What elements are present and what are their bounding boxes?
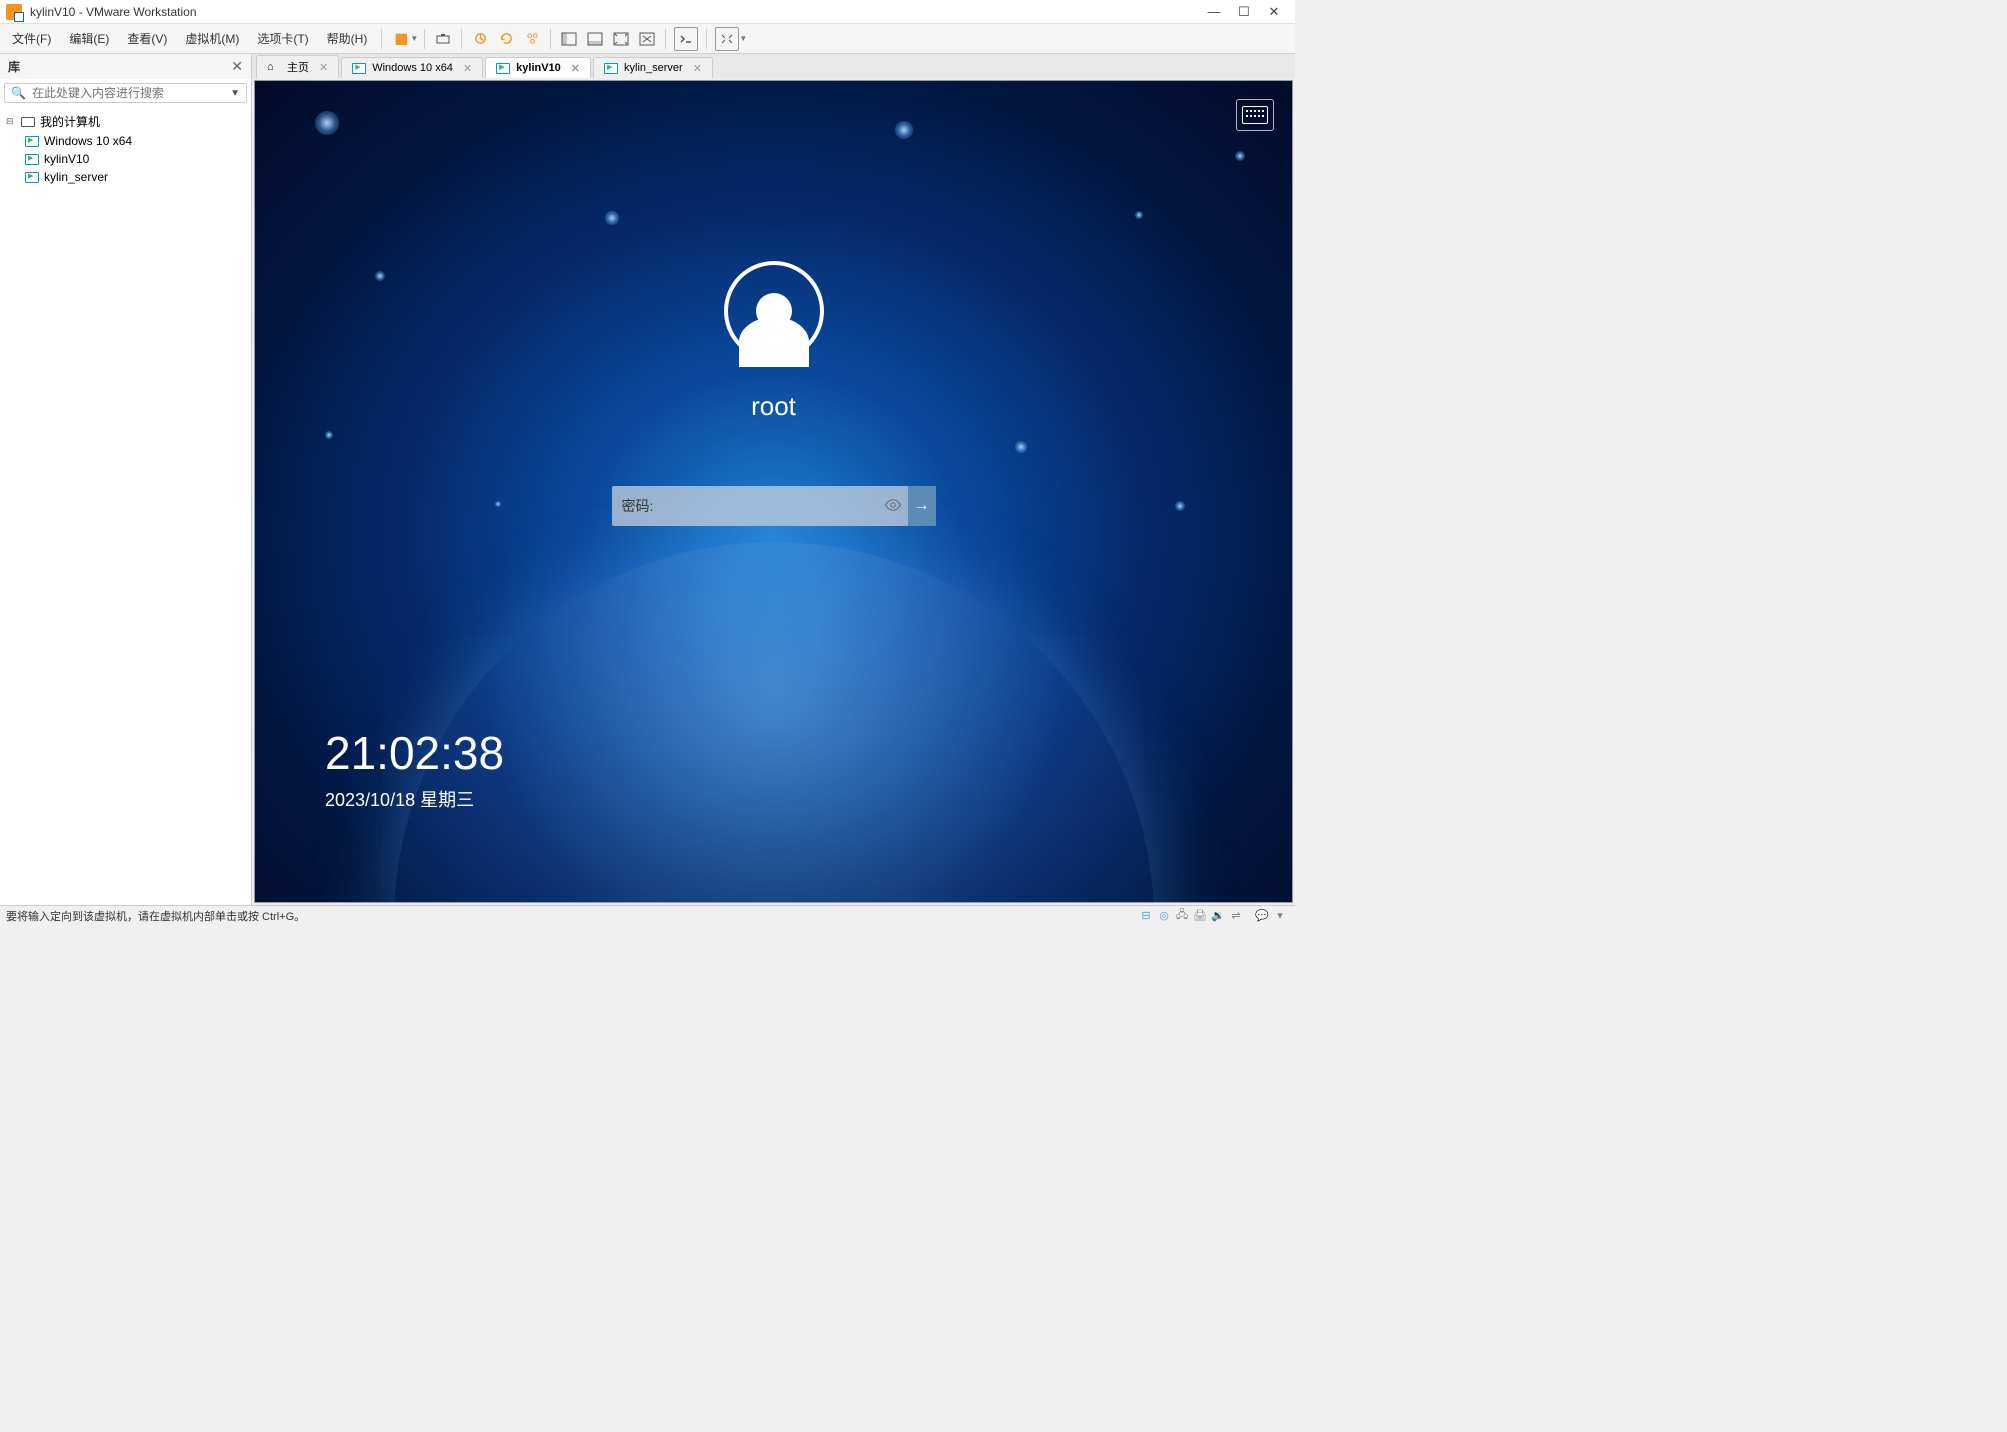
messages-icon[interactable]: 💬 [1253,909,1271,922]
menu-edit[interactable]: 编辑(E) [61,26,117,51]
username-label: root [751,391,796,422]
show-password-button[interactable] [878,496,908,517]
menu-view[interactable]: 查看(V) [119,26,175,51]
clock-date: 2023/10/18 星期三 [325,786,504,812]
window-titlebar: kylinV10 - VMware Workstation — ☐ ✕ [0,0,1295,24]
tree-vm-label: Windows 10 x64 [44,134,132,148]
vm-icon [24,136,40,147]
tree-vm-label: kylinV10 [44,152,89,166]
library-sidebar: 库 ✕ 🔍 ▼ ⊟ 我的计算机 Windows 10 x64 kylinV10 [0,54,252,905]
cd-icon[interactable]: ◎ [1155,909,1173,922]
vm-display[interactable]: root 密码: → 21:02:38 2023/10/18 星期三 [254,80,1293,903]
login-panel: root 密码: → [612,261,936,526]
statusbar: 要将输入定向到该虚拟机，请在虚拟机内部单击或按 Ctrl+G。 ⊟ ◎ 🖧 🖨 … [0,905,1295,925]
pause-button[interactable]: ▮▮ [388,27,412,51]
home-icon: ⌂ [267,60,281,74]
printer-icon[interactable]: 🖨 [1191,909,1209,922]
disk-activity-icon[interactable]: ⊟ [1137,909,1155,922]
sidebar-search[interactable]: 🔍 ▼ [4,83,247,103]
sidebar-title: 库 [8,58,231,75]
info-dropdown-icon[interactable]: ▾ [1271,909,1289,922]
statusbar-hint: 要将输入定向到该虚拟机，请在虚拟机内部单击或按 Ctrl+G。 [6,908,305,924]
send-ctrl-alt-del-button[interactable] [431,27,455,51]
snapshot-revert-button[interactable] [494,27,518,51]
tab-label: 主页 [287,59,309,75]
vm-icon [496,61,510,75]
usb-icon[interactable]: ⇌ [1227,909,1245,922]
minimize-button[interactable]: — [1199,2,1229,22]
tree-vm-label: kylin_server [44,170,108,184]
tab-close-button[interactable]: ✕ [693,62,702,75]
show-console-button[interactable] [583,27,607,51]
tree-vm-windows10[interactable]: Windows 10 x64 [6,132,245,150]
snapshot-manager-button[interactable] [520,27,544,51]
close-button[interactable]: ✕ [1259,2,1289,22]
password-input[interactable] [663,498,877,514]
menu-help[interactable]: 帮助(H) [319,26,376,51]
tab-label: kylin_server [624,62,683,74]
console-mode-button[interactable] [674,27,698,51]
tree-vm-kylinserver[interactable]: kylin_server [6,168,245,186]
vm-icon [352,61,366,75]
vm-tree: ⊟ 我的计算机 Windows 10 x64 kylinV10 kylin_se… [0,107,251,190]
tab-close-button[interactable]: ✕ [319,61,328,74]
maximize-button[interactable]: ☐ [1229,2,1259,22]
menu-file[interactable]: 文件(F) [4,26,59,51]
computer-icon [20,117,36,127]
vm-icon [24,172,40,183]
unity-mode-button[interactable] [635,27,659,51]
tab-kylinserver[interactable]: kylin_server ✕ [593,57,713,78]
tab-bar: ⌂ 主页 ✕ Windows 10 x64 ✕ kylinV10 ✕ kylin… [252,54,1295,78]
app-icon [6,4,22,20]
login-submit-button[interactable]: → [908,486,936,526]
password-box: 密码: → [612,486,936,526]
search-dropdown-icon[interactable]: ▼ [230,88,240,99]
show-sidebar-button[interactable] [557,27,581,51]
search-input[interactable] [32,86,230,100]
power-dropdown[interactable]: ▼ [410,34,418,43]
tab-windows10[interactable]: Windows 10 x64 ✕ [341,57,483,78]
stretch-button[interactable] [715,27,739,51]
stretch-dropdown[interactable]: ▼ [739,34,747,43]
vm-icon [24,154,40,165]
network-icon[interactable]: 🖧 [1173,906,1191,925]
tree-root-label: 我的计算机 [40,113,100,130]
clock: 21:02:38 2023/10/18 星期三 [325,726,504,812]
clock-time: 21:02:38 [325,726,504,780]
password-label: 密码: [612,496,664,516]
sound-icon[interactable]: 🔉 [1209,909,1227,922]
fullscreen-button[interactable] [609,27,633,51]
on-screen-keyboard-button[interactable] [1236,99,1274,131]
main-area: ⌂ 主页 ✕ Windows 10 x64 ✕ kylinV10 ✕ kylin… [252,54,1295,905]
menubar: 文件(F) 编辑(E) 查看(V) 虚拟机(M) 选项卡(T) 帮助(H) ▮▮… [0,24,1295,54]
tree-vm-kylinv10[interactable]: kylinV10 [6,150,245,168]
tab-kylinv10[interactable]: kylinV10 ✕ [485,57,591,78]
window-title: kylinV10 - VMware Workstation [30,5,197,19]
tab-label: kylinV10 [516,62,561,74]
user-avatar[interactable] [724,261,824,361]
sidebar-close-button[interactable]: ✕ [231,58,243,75]
vm-icon [604,61,618,75]
tab-close-button[interactable]: ✕ [463,62,472,75]
tab-label: Windows 10 x64 [372,62,453,74]
snapshot-button[interactable] [468,27,492,51]
menu-vm[interactable]: 虚拟机(M) [177,26,247,51]
search-icon: 🔍 [11,86,26,100]
expander-icon[interactable]: ⊟ [6,116,16,127]
tab-home[interactable]: ⌂ 主页 ✕ [256,55,339,78]
tree-root-my-computer[interactable]: ⊟ 我的计算机 [6,111,245,132]
menu-tabs[interactable]: 选项卡(T) [249,26,316,51]
tab-close-button[interactable]: ✕ [571,62,580,75]
